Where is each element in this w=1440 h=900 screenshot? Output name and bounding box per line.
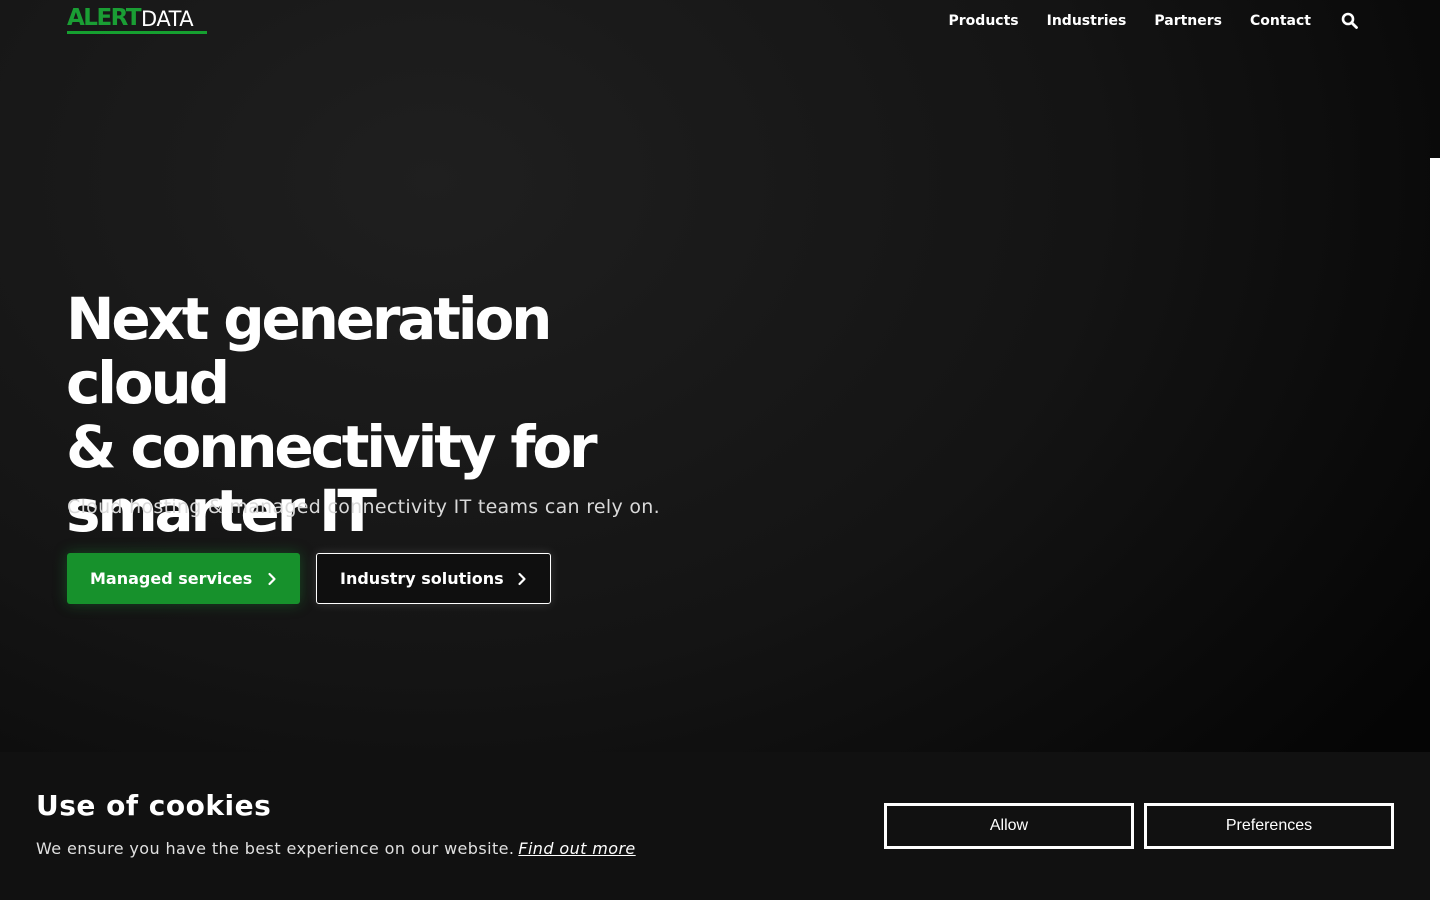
nav-item-products[interactable]: Products: [949, 13, 1019, 29]
managed-services-button[interactable]: Managed services: [67, 553, 300, 604]
hero-title-line-2: & connectivity for: [66, 413, 598, 481]
cookie-preferences-button[interactable]: Preferences: [1144, 803, 1394, 849]
allow-cookies-button[interactable]: Allow: [884, 803, 1134, 849]
chevron-right-icon: [268, 572, 276, 585]
logo-data-text: DATA: [141, 7, 194, 31]
cookie-text: We ensure you have the best experience o…: [36, 839, 636, 858]
cookie-title: Use of cookies: [36, 789, 272, 822]
logo-alert-text: ALERT: [67, 5, 142, 31]
cookie-message: We ensure you have the best experience o…: [36, 839, 515, 858]
hero-title-line-1: Next generation cloud: [66, 285, 552, 417]
find-out-more-link[interactable]: Find out more: [518, 839, 635, 858]
managed-services-label: Managed services: [90, 569, 253, 588]
site-header: ALERT DATA Products Industries Partners …: [0, 0, 1430, 42]
hero-subtitle: Cloud hosting & managed connectivity IT …: [67, 496, 660, 518]
nav-item-partners[interactable]: Partners: [1154, 13, 1222, 29]
logo[interactable]: ALERT DATA: [67, 6, 207, 34]
nav-item-industries[interactable]: Industries: [1047, 13, 1127, 29]
industry-solutions-label: Industry solutions: [340, 569, 504, 588]
main-nav: Products Industries Partners Contact: [921, 10, 1359, 32]
scrollbar-track[interactable]: [1430, 0, 1440, 900]
cookie-banner: Use of cookies We ensure you have the be…: [0, 752, 1430, 900]
chevron-right-icon: [518, 572, 526, 585]
industry-solutions-button[interactable]: Industry solutions: [316, 553, 551, 604]
scrollbar-thumb[interactable]: [1430, 158, 1440, 900]
search-icon[interactable]: [1341, 12, 1359, 30]
nav-item-contact[interactable]: Contact: [1250, 13, 1311, 29]
